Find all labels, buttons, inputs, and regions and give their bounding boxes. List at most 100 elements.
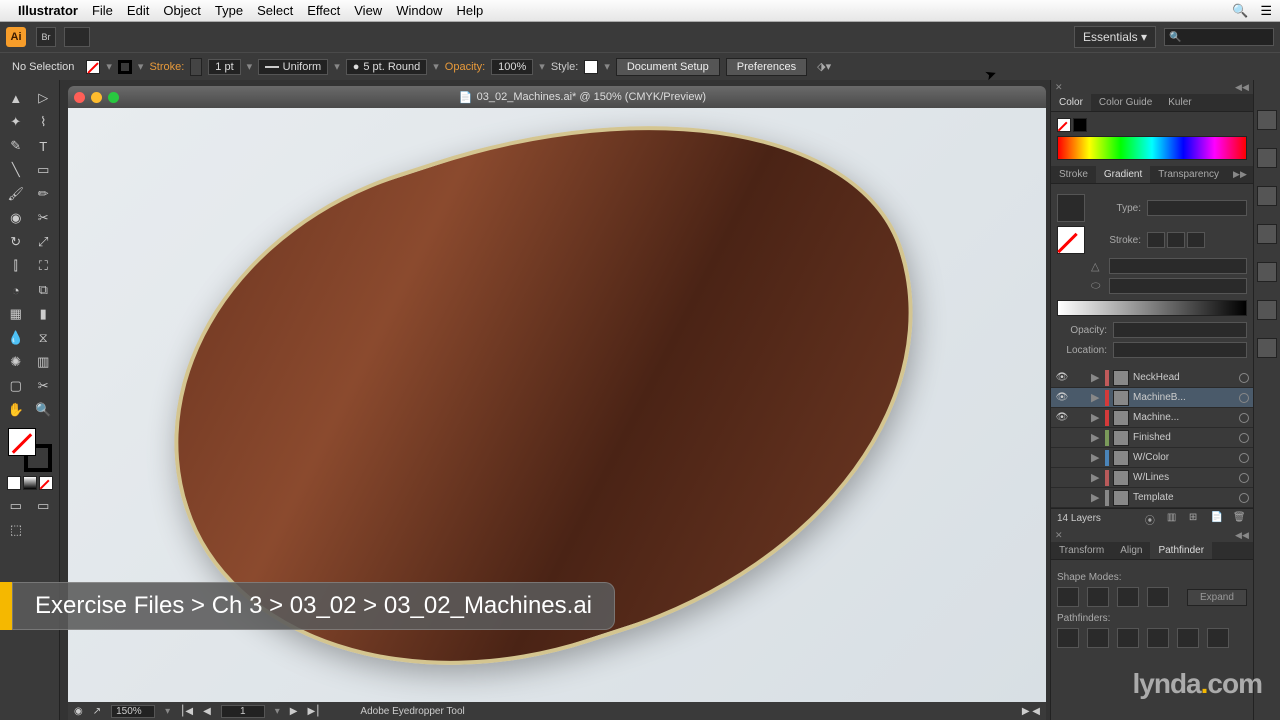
menu-type[interactable]: Type: [215, 3, 243, 18]
rotate-tool[interactable]: ↻: [2, 230, 30, 254]
target-icon[interactable]: [1239, 433, 1249, 443]
tab-color-guide[interactable]: Color Guide: [1091, 94, 1160, 111]
bridge-button[interactable]: Br: [36, 27, 56, 47]
type-tool[interactable]: T: [30, 134, 58, 158]
dock-stroke-icon[interactable]: [1257, 224, 1277, 244]
brush-field[interactable]: 5 pt. Round: [363, 61, 420, 73]
expand-layer-icon[interactable]: ▶: [1091, 451, 1101, 464]
minus-front-button[interactable]: [1087, 587, 1109, 607]
tab-pathfinder[interactable]: Pathfinder: [1150, 542, 1212, 559]
tab-align[interactable]: Align: [1112, 542, 1150, 559]
locate-object-icon[interactable]: ⦿: [1145, 512, 1159, 526]
screen-mode-button[interactable]: ⬚: [2, 518, 30, 542]
gradient-location-field[interactable]: [1113, 342, 1247, 358]
delete-layer-icon[interactable]: 🗑: [1233, 512, 1247, 526]
fill-stroke-indicator[interactable]: [8, 428, 52, 472]
dock-swatches-icon[interactable]: [1257, 110, 1277, 130]
stroke-align-2[interactable]: [1167, 232, 1185, 248]
dock-brushes-icon[interactable]: [1257, 148, 1277, 168]
close-window-button[interactable]: [74, 92, 85, 103]
pen-tool[interactable]: ✎: [2, 134, 30, 158]
stroke-align-1[interactable]: [1147, 232, 1165, 248]
gradient-aspect-field[interactable]: [1109, 278, 1247, 294]
artboard-number-field[interactable]: 1: [221, 705, 265, 718]
gradient-ramp[interactable]: [1057, 300, 1247, 316]
expand-layer-icon[interactable]: ▶: [1091, 431, 1101, 444]
gradient-angle-field[interactable]: [1109, 258, 1247, 274]
stroke-profile-field[interactable]: Uniform: [283, 61, 322, 73]
new-layer-icon[interactable]: 📄: [1211, 512, 1225, 526]
target-icon[interactable]: [1239, 493, 1249, 503]
next-artboard-button[interactable]: ▶: [290, 706, 298, 717]
tab-kuler[interactable]: Kuler: [1160, 94, 1199, 111]
menu-effect[interactable]: Effect: [307, 3, 340, 18]
stroke-weight-field[interactable]: 1 pt: [208, 59, 240, 75]
nav-icon[interactable]: ↗: [93, 706, 101, 717]
workspace-switcher[interactable]: Essentials ▾: [1074, 26, 1156, 48]
color-fill-swatch[interactable]: [1057, 118, 1071, 132]
fill-swatch[interactable]: [86, 60, 100, 74]
free-transform-tool[interactable]: ⛶: [30, 254, 58, 278]
unite-button[interactable]: [1057, 587, 1079, 607]
hand-tool[interactable]: ✋: [2, 398, 30, 422]
crop-button[interactable]: [1147, 628, 1169, 648]
dock-appearance-icon[interactable]: [1257, 262, 1277, 282]
close-pathfinder-icon[interactable]: ✕: [1055, 530, 1063, 541]
rectangle-tool[interactable]: ▭: [30, 158, 58, 182]
pencil-tool[interactable]: ✏: [30, 182, 58, 206]
mesh-tool[interactable]: ▦: [2, 302, 30, 326]
menu-help[interactable]: Help: [456, 3, 483, 18]
make-clipping-mask-icon[interactable]: ▥: [1167, 512, 1181, 526]
expand-layer-icon[interactable]: ▶: [1091, 371, 1101, 384]
align-to-icon[interactable]: ⬗▾: [817, 60, 831, 73]
draw-mode-normal[interactable]: ▭: [2, 494, 30, 518]
target-icon[interactable]: [1239, 373, 1249, 383]
none-mode-button[interactable]: [39, 476, 53, 490]
zoom-window-button[interactable]: [108, 92, 119, 103]
color-stroke-swatch[interactable]: [1073, 118, 1087, 132]
blend-tool[interactable]: ⧖: [30, 326, 58, 350]
color-mode-button[interactable]: [7, 476, 21, 490]
expand-layer-icon[interactable]: ▶: [1091, 471, 1101, 484]
stroke-align-3[interactable]: [1187, 232, 1205, 248]
outline-button[interactable]: [1177, 628, 1199, 648]
expand-layer-icon[interactable]: ▶: [1091, 391, 1101, 404]
symbol-sprayer-tool[interactable]: ✺: [2, 350, 30, 374]
document-titlebar[interactable]: 📄03_02_Machines.ai* @ 150% (CMYK/Preview…: [68, 86, 1046, 108]
gradient-type-field[interactable]: [1147, 200, 1247, 216]
stroke-swatch[interactable]: [118, 60, 132, 74]
scale-tool[interactable]: ⤢: [30, 230, 58, 254]
dock-symbols-icon[interactable]: [1257, 186, 1277, 206]
layer-row[interactable]: ▶W/Lines: [1051, 468, 1253, 488]
expand-layer-icon[interactable]: ▶: [1091, 411, 1101, 424]
first-artboard-button[interactable]: ⎮◀: [180, 706, 193, 717]
gradient-opacity-field[interactable]: [1113, 322, 1247, 338]
column-graph-tool[interactable]: ▥: [30, 350, 58, 374]
layer-name[interactable]: MachineB...: [1133, 392, 1235, 403]
intersect-button[interactable]: [1117, 587, 1139, 607]
menu-object[interactable]: Object: [163, 3, 201, 18]
dock-graphic-styles-icon[interactable]: [1257, 300, 1277, 320]
layer-row[interactable]: ▶W/Color: [1051, 448, 1253, 468]
pathfinder-collapse-icon[interactable]: ◀◀: [1235, 530, 1249, 541]
opacity-field[interactable]: 100%: [491, 59, 533, 75]
target-icon[interactable]: [1239, 473, 1249, 483]
gradient-thumb[interactable]: [1057, 194, 1085, 222]
tab-color[interactable]: Color: [1051, 94, 1091, 111]
blob-brush-tool[interactable]: ◉: [2, 206, 30, 230]
menu-view[interactable]: View: [354, 3, 382, 18]
exclude-button[interactable]: [1147, 587, 1169, 607]
target-icon[interactable]: [1239, 453, 1249, 463]
lasso-tool[interactable]: ⌇: [30, 110, 58, 134]
magic-wand-tool[interactable]: ✦: [2, 110, 30, 134]
tab-gradient[interactable]: Gradient: [1096, 166, 1150, 183]
line-tool[interactable]: ╲: [2, 158, 30, 182]
layer-row[interactable]: 👁▶Machine...: [1051, 408, 1253, 428]
stroke-weight-stepper[interactable]: [190, 58, 202, 76]
layer-row[interactable]: ▶Template: [1051, 488, 1253, 508]
zoom-level-field[interactable]: 150%: [111, 705, 155, 718]
minimize-window-button[interactable]: [91, 92, 102, 103]
layer-name[interactable]: Machine...: [1133, 412, 1235, 423]
shape-builder-tool[interactable]: ◔: [2, 278, 30, 302]
new-sublayer-icon[interactable]: ⊞: [1189, 512, 1203, 526]
